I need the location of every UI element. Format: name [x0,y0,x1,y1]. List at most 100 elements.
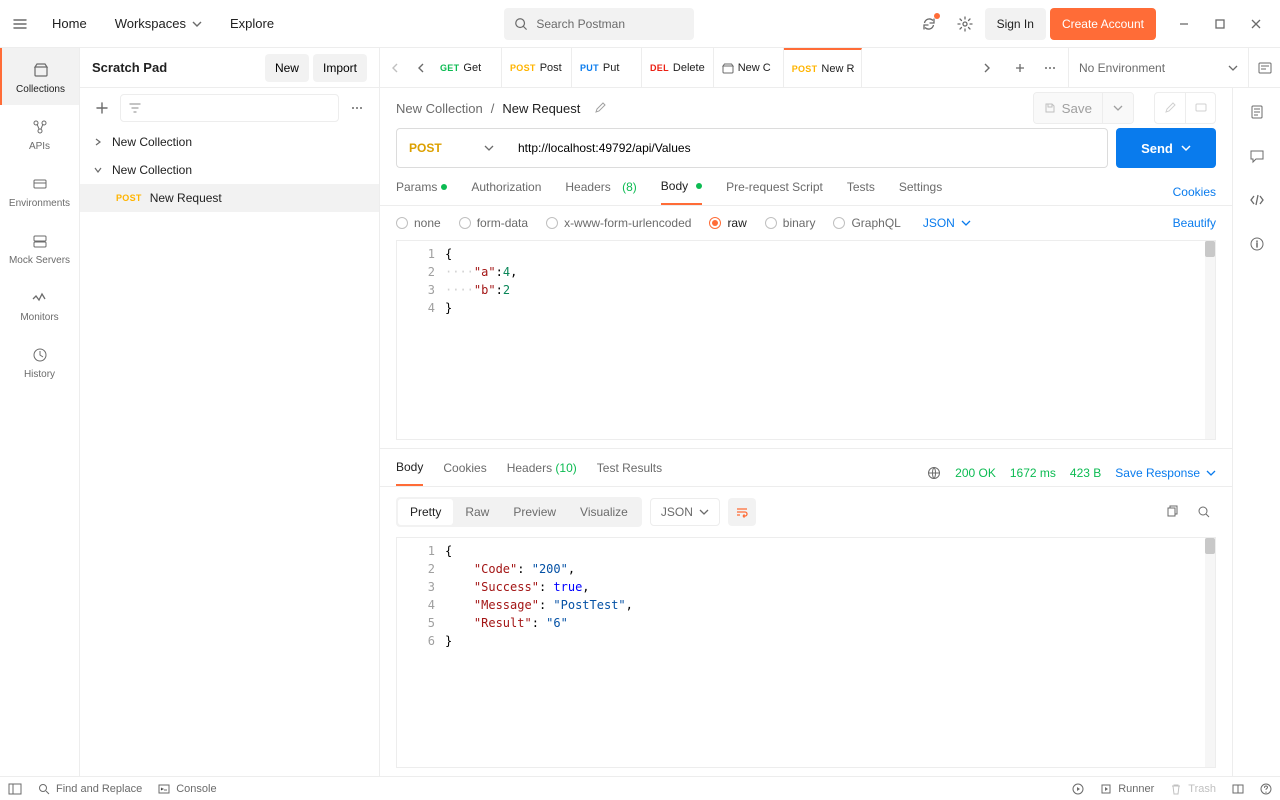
breadcrumb-collection[interactable]: New Collection [396,101,483,116]
tabs-scroll-right[interactable] [970,48,1002,87]
view-pretty[interactable]: Pretty [398,499,453,525]
bootcamp-button[interactable] [1072,783,1084,795]
editor-scrollbar[interactable] [1205,241,1215,439]
runner-button[interactable]: Runner [1100,783,1154,795]
create-collection-button[interactable] [88,94,116,122]
history-icon [30,345,50,365]
globe-icon [927,466,941,480]
request-tab[interactable]: PUTPut [572,48,642,87]
tab-headers[interactable]: Headers (8) [565,180,636,204]
rail-apis[interactable]: APIs [0,105,79,162]
request-tab[interactable]: POSTNew R [784,48,862,87]
env-quicklook-button[interactable] [1248,48,1280,87]
body-type-none[interactable]: none [396,216,441,230]
view-visualize[interactable]: Visualize [568,499,640,525]
method-badge: PUT [580,63,599,73]
body-type-formdata[interactable]: form-data [459,216,528,230]
import-button[interactable]: Import [313,54,367,82]
response-tab-tests[interactable]: Test Results [597,461,662,485]
save-dropdown-button[interactable] [1102,93,1133,123]
console-button[interactable]: Console [158,783,216,795]
find-replace-button[interactable]: Find and Replace [38,783,142,795]
rail-environments[interactable]: Environments [0,162,79,219]
new-button[interactable]: New [265,54,309,82]
nav-explore[interactable]: Explore [218,8,286,39]
create-account-button[interactable]: Create Account [1050,8,1156,40]
editor-content: { "Code": "200", "Success": true, "Messa… [445,538,1215,767]
window-close-button[interactable] [1240,8,1272,40]
tab-authorization[interactable]: Authorization [471,180,541,204]
tab-body[interactable]: Body [661,179,702,205]
body-type-graphql[interactable]: GraphQL [833,216,900,230]
sidebar-toggle-button[interactable] [8,782,22,796]
response-tabs: Body Cookies Headers (10) Test Results 2… [380,449,1232,487]
search-response-button[interactable] [1192,500,1216,524]
rail-history[interactable]: History [0,333,79,390]
view-raw[interactable]: Raw [453,499,501,525]
tab-options-button[interactable] [1036,54,1064,82]
editor-scrollbar[interactable] [1205,538,1215,767]
window-maximize-button[interactable] [1204,8,1236,40]
body-language-selector[interactable]: JSON [923,216,971,230]
environment-selector[interactable]: No Environment [1068,48,1248,87]
body-type-raw[interactable]: raw [709,216,746,230]
tab-settings[interactable]: Settings [899,180,942,204]
window-minimize-button[interactable] [1168,8,1200,40]
comments-button[interactable] [1241,140,1273,172]
request-tab[interactable]: DELDelete [642,48,714,87]
collection-row[interactable]: New Collection [80,156,379,184]
new-tab-button[interactable] [1006,54,1034,82]
beautify-link[interactable]: Beautify [1173,216,1216,230]
documentation-button[interactable] [1241,96,1273,128]
rail-collections[interactable]: Collections [0,48,79,105]
response-body-editor[interactable]: 123456 { "Code": "200", "Success": true,… [396,537,1216,768]
rail-monitors[interactable]: Monitors [0,276,79,333]
hamburger-menu-button[interactable] [4,8,36,40]
rename-button[interactable] [588,96,612,120]
response-tab-headers[interactable]: Headers (10) [507,461,577,485]
edit-icon-button[interactable] [1155,93,1185,123]
two-pane-button[interactable] [1232,783,1244,795]
nav-workspaces[interactable]: Workspaces [103,8,214,39]
sign-in-button[interactable]: Sign In [985,8,1046,40]
trash-button[interactable]: Trash [1170,783,1216,795]
save-button[interactable]: Save [1034,93,1102,123]
sync-button[interactable] [913,8,945,40]
collection-tab[interactable]: New C [714,48,784,87]
collection-row[interactable]: New Collection [80,128,379,156]
comment-icon-button[interactable] [1185,93,1215,123]
body-type-urlencoded[interactable]: x-www-form-urlencoded [546,216,691,230]
cookies-link[interactable]: Cookies [1173,185,1216,199]
response-tab-body[interactable]: Body [396,460,423,486]
wrap-lines-button[interactable] [728,498,756,526]
save-response-button[interactable]: Save Response [1115,466,1216,480]
tab-prerequest[interactable]: Pre-request Script [726,180,823,204]
global-search[interactable]: Search Postman [504,8,694,40]
code-snippet-button[interactable] [1241,184,1273,216]
tab-params[interactable]: Params [396,180,447,204]
chevron-down-icon [192,19,202,29]
url-input[interactable] [506,128,1108,168]
tabs-scroll-left-2[interactable] [412,48,432,87]
request-tab[interactable]: POSTPost [502,48,572,87]
body-type-binary[interactable]: binary [765,216,816,230]
response-tab-cookies[interactable]: Cookies [443,461,486,485]
request-row[interactable]: POST New Request [80,184,379,212]
request-tab[interactable]: GETGet [432,48,502,87]
request-body-editor[interactable]: 1234 { ····"a":4, ····"b":2 } [396,240,1216,440]
method-selector[interactable]: POST [396,128,506,168]
response-lang-selector[interactable]: JSON [650,498,720,526]
collections-options-button[interactable] [343,94,371,122]
settings-button[interactable] [949,8,981,40]
chevron-down-icon [961,218,971,228]
filter-input[interactable] [120,94,339,122]
nav-home[interactable]: Home [40,8,99,39]
tab-tests[interactable]: Tests [847,180,875,204]
copy-response-button[interactable] [1160,500,1184,524]
help-button[interactable] [1260,783,1272,795]
info-button[interactable] [1241,228,1273,260]
send-button[interactable]: Send [1116,128,1216,168]
rail-mock-servers[interactable]: Mock Servers [0,219,79,276]
tabs-scroll-left[interactable] [380,48,412,87]
view-preview[interactable]: Preview [501,499,568,525]
